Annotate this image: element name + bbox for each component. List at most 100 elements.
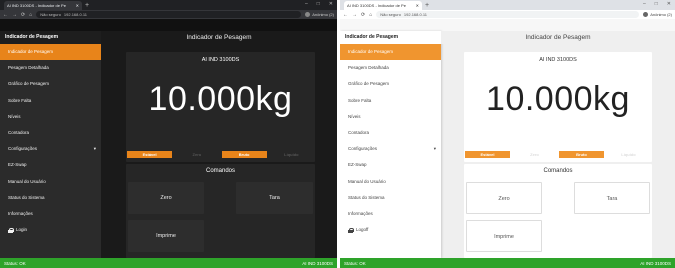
sidebar-item-grafico-de-pesagem[interactable]: Gráfico de Pesagem [340, 76, 441, 92]
status-liquido: Líquido [284, 152, 299, 157]
sidebar-item-niveis[interactable]: Níveis [340, 109, 441, 125]
url-field[interactable]: Não seguro 192.168.0.11 [376, 11, 640, 18]
browser-tab-title: AI IND 3100DS - Indicador de Pe [347, 3, 406, 8]
sidebar-item-informacoes[interactable]: Informações [0, 206, 101, 222]
profile-label: Anônimo (2) [650, 12, 672, 17]
maximize-icon[interactable]: □ [317, 0, 320, 9]
status-indicators: Estável Zero Bruto Líquido [127, 151, 314, 158]
minimize-icon[interactable]: – [643, 0, 646, 9]
page-title: Indicador de Pesagem [441, 31, 675, 44]
status-zero: Zero [192, 152, 202, 157]
chevron-down-icon: ▾ [93, 146, 96, 152]
back-icon[interactable]: ← [343, 12, 348, 18]
weight-display: 10.000kg [486, 80, 630, 118]
sidebar-item-sobre-falta[interactable]: Sobre Falta [340, 93, 441, 109]
device-model-text: AI IND 3100DS [302, 260, 333, 266]
app-header-strip [340, 19, 675, 31]
status-liquido: Líquido [621, 152, 636, 157]
sidebar-item-pesagem-detalhada[interactable]: Pesagem Detalhada [0, 60, 101, 76]
sidebar: Indicador de Pesagem Indicador de Pesage… [0, 31, 101, 258]
status-bruto: Bruto [559, 151, 604, 158]
window-controls: – □ ✕ [643, 0, 671, 9]
model-label: AI IND 3100DS [201, 57, 240, 63]
status-estavel: Estável [127, 151, 173, 158]
light-theme-window: AI IND 3100DS - Indicador de Pe ✕ + – □ … [340, 0, 675, 268]
print-button[interactable]: Imprime [128, 220, 204, 252]
sidebar-item-contadora[interactable]: Contadora [0, 125, 101, 141]
print-button[interactable]: Imprime [466, 220, 542, 252]
status-indicators: Estável Zero Bruto Líquido [465, 151, 651, 158]
sidebar-item-informacoes[interactable]: Informações [340, 206, 441, 222]
status-text: Status: OK [344, 260, 366, 266]
new-tab-icon[interactable]: + [85, 1, 89, 10]
profile-icon [305, 12, 311, 17]
profile-button[interactable]: Anônimo (2) [305, 12, 334, 17]
close-icon[interactable]: ✕ [329, 0, 333, 9]
status-bar: Status: OK AI IND 3100DS [0, 258, 337, 268]
weight-display: 10.000kg [148, 80, 293, 118]
tare-button[interactable]: Tara [236, 182, 313, 214]
sidebar-item-manual-do-usuario[interactable]: Manual do Usuário [340, 174, 441, 190]
status-zero: Zero [530, 152, 539, 157]
model-label: AI IND 3100DS [539, 57, 577, 63]
forward-icon[interactable]: → [352, 12, 357, 18]
sidebar-item-indicador-de-pesagem[interactable]: Indicador de Pesagem [0, 44, 101, 61]
browser-tab[interactable]: AI IND 3100DS - Indicador de Pe ✕ [4, 1, 82, 10]
sidebar-item-logoff[interactable]: Logoff [340, 222, 441, 238]
sidebar-item-contadora[interactable]: Contadora [340, 125, 441, 141]
browser-tab-title: AI IND 3100DS - Indicador de Pe [7, 3, 66, 8]
new-tab-icon[interactable]: + [425, 1, 429, 10]
url-text: 192.168.0.11 [403, 12, 427, 17]
forward-icon[interactable]: → [12, 12, 17, 18]
indicator-card: AI IND 3100DS 10.000kg Estável Zero Brut… [126, 52, 315, 162]
sidebar-item-niveis[interactable]: Níveis [0, 109, 101, 125]
commands-title: Comandos [205, 168, 235, 174]
window-controls: – □ ✕ [305, 0, 333, 9]
commands-card: Comandos Zero Tara Imprime [464, 164, 652, 258]
home-icon[interactable]: ⌂ [369, 12, 372, 18]
sidebar-item-status-do-sistema[interactable]: Status do Sistema [0, 190, 101, 206]
tab-close-icon[interactable]: ✕ [416, 3, 419, 8]
url-security-label: Não seguro [380, 12, 401, 17]
profile-button[interactable]: Anônimo (2) [643, 12, 672, 17]
sidebar-title: Indicador de Pesagem [340, 31, 441, 44]
reload-icon[interactable]: ⟳ [21, 12, 25, 18]
home-icon[interactable]: ⌂ [29, 12, 32, 18]
page-title: Indicador de Pesagem [101, 31, 337, 44]
app-header-strip [0, 19, 337, 31]
commands-title: Comandos [543, 168, 573, 174]
tab-close-icon[interactable]: ✕ [76, 3, 79, 8]
status-bruto: Bruto [221, 151, 267, 158]
zero-button[interactable]: Zero [128, 182, 204, 214]
sidebar-title: Indicador de Pesagem [0, 31, 101, 44]
sidebar: Indicador de Pesagem Indicador de Pesage… [340, 31, 441, 258]
sidebar-item-manual-do-usuario[interactable]: Manual do Usuário [0, 174, 101, 190]
sidebar-item-configuracoes[interactable]: Configurações ▾ [340, 141, 441, 157]
minimize-icon[interactable]: – [305, 0, 308, 9]
sidebar-item-status-do-sistema[interactable]: Status do Sistema [340, 190, 441, 206]
sidebar-item-indicador-de-pesagem[interactable]: Indicador de Pesagem [340, 44, 441, 61]
screenshot: AI IND 3100DS - Indicador de Pe ✕ + – □ … [0, 0, 675, 268]
status-estavel: Estável [465, 151, 510, 158]
url-security-label: Não seguro [40, 12, 61, 17]
tare-button[interactable]: Tara [574, 182, 650, 214]
close-icon[interactable]: ✕ [667, 0, 671, 9]
device-model-text: AI IND 3100DS [640, 260, 671, 266]
dark-theme-window: AI IND 3100DS - Indicador de Pe ✕ + – □ … [0, 0, 337, 268]
sidebar-item-ez-swap[interactable]: EZ-Swap [0, 157, 101, 173]
browser-tab[interactable]: AI IND 3100DS - Indicador de Pe ✕ [344, 1, 422, 10]
sidebar-item-sobre-falta[interactable]: Sobre Falta [0, 93, 101, 109]
chevron-down-icon: ▾ [433, 146, 436, 152]
sidebar-item-login[interactable]: Login [0, 222, 101, 238]
commands-card: Comandos Zero Tara Imprime [126, 164, 315, 258]
sidebar-item-configuracoes[interactable]: Configurações ▾ [0, 141, 101, 157]
lock-icon [8, 227, 14, 233]
sidebar-item-grafico-de-pesagem[interactable]: Gráfico de Pesagem [0, 76, 101, 92]
reload-icon[interactable]: ⟳ [361, 12, 365, 18]
sidebar-item-ez-swap[interactable]: EZ-Swap [340, 157, 441, 173]
back-icon[interactable]: ← [3, 12, 8, 18]
sidebar-item-pesagem-detalhada[interactable]: Pesagem Detalhada [340, 60, 441, 76]
url-field[interactable]: Não seguro 192.168.0.11 [36, 11, 302, 18]
zero-button[interactable]: Zero [466, 182, 542, 214]
maximize-icon[interactable]: □ [655, 0, 658, 9]
